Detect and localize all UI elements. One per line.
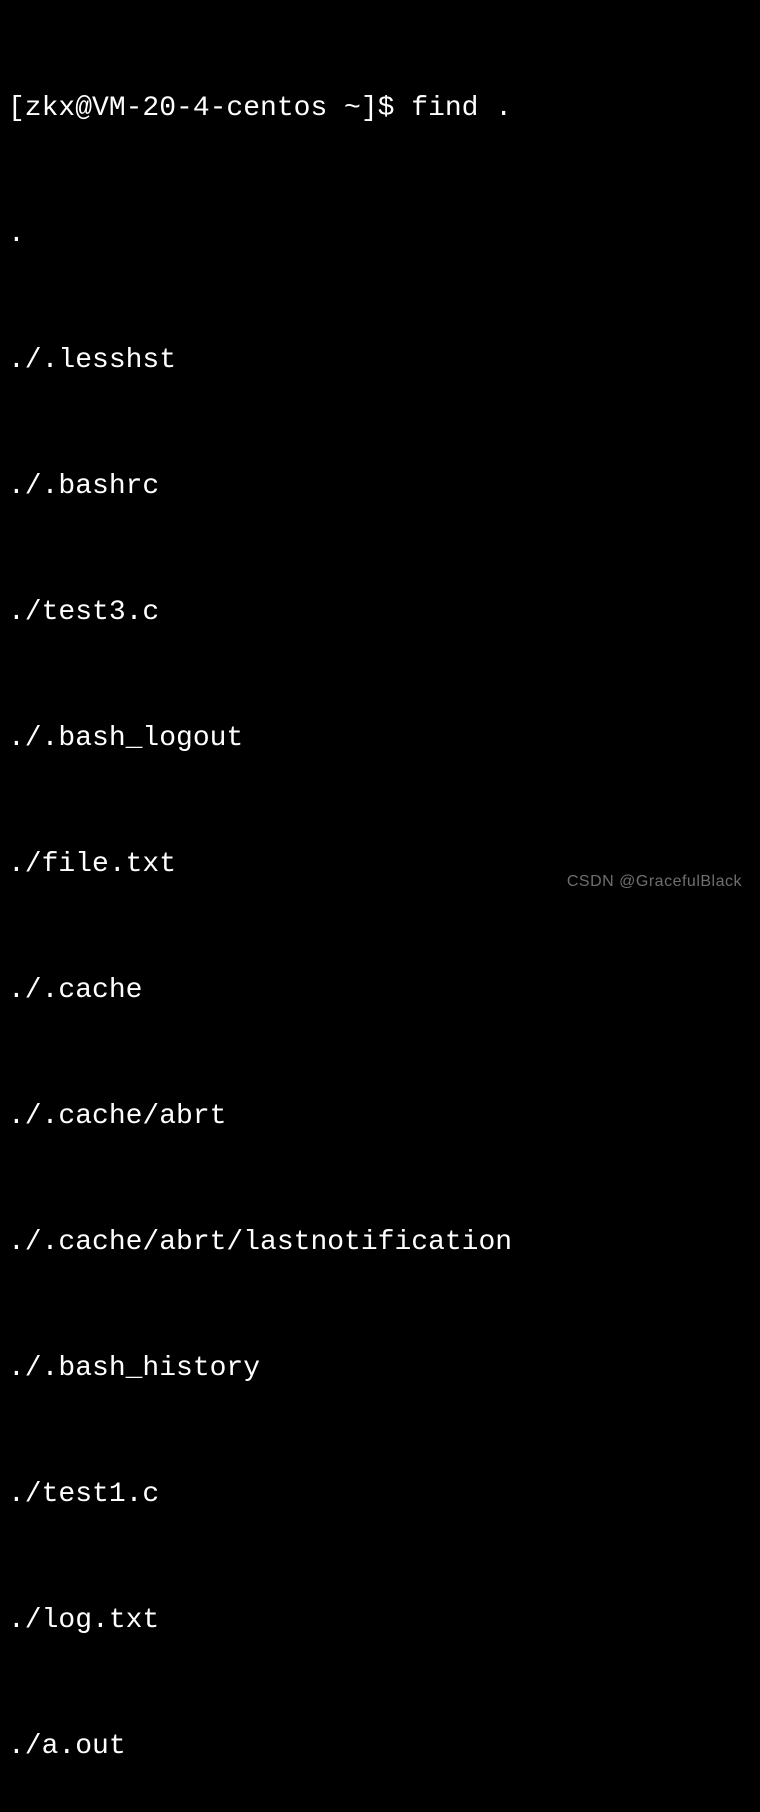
shell-prompt: [zkx@VM-20-4-centos ~]$ [8, 93, 411, 124]
output-line: ./.bash_logout [8, 718, 752, 760]
output-line: ./test1.c [8, 1474, 752, 1516]
output-line: ./test3.c [8, 592, 752, 634]
output-line: ./log.txt [8, 1600, 752, 1642]
output-line: ./a.out [8, 1726, 752, 1768]
output-line: ./.cache/abrt [8, 1096, 752, 1138]
output-line: . [8, 214, 752, 256]
output-line: ./.cache [8, 970, 752, 1012]
command-line: [zkx@VM-20-4-centos ~]$ find . [8, 88, 752, 130]
terminal-window[interactable]: [zkx@VM-20-4-centos ~]$ find . . ./.less… [8, 4, 752, 1812]
output-line: ./.lesshst [8, 340, 752, 382]
command-text: find . [411, 93, 512, 124]
output-line: ./.bash_history [8, 1348, 752, 1390]
output-line: ./.bashrc [8, 466, 752, 508]
output-line: ./.cache/abrt/lastnotification [8, 1222, 752, 1264]
watermark-text: CSDN @GracefulBlack [567, 870, 742, 894]
